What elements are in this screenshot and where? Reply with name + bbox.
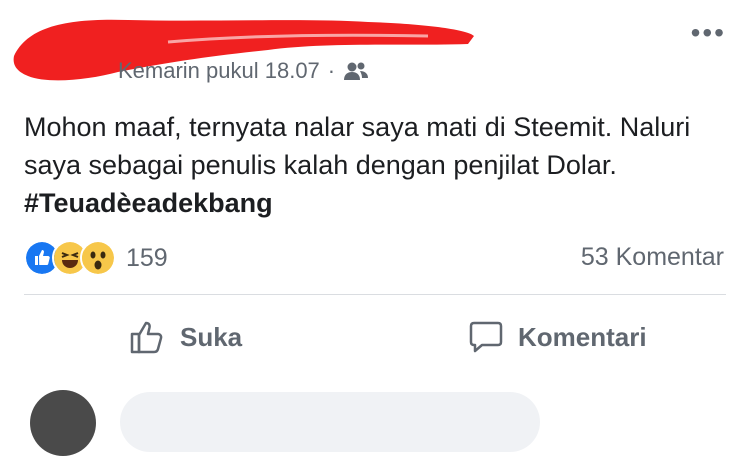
wow-reaction-icon (80, 240, 116, 276)
meta-separator: · (327, 58, 336, 83)
post-text: Mohon maaf, ternyata nalar saya mati di … (24, 112, 691, 180)
current-user-avatar (30, 390, 96, 456)
comment-label: Komentari (518, 321, 647, 352)
like-button[interactable]: Suka (128, 312, 242, 362)
like-label: Suka (180, 321, 243, 352)
post-body: Mohon maaf, ternyata nalar saya mati di … (24, 108, 714, 222)
comment-count-link[interactable]: 53 Komentar (581, 243, 724, 272)
post-timestamp[interactable]: Kemarin pukul 18.07 (118, 58, 320, 84)
post-meta: Kemarin pukul 18.07 · (118, 58, 369, 84)
friends-icon (344, 62, 369, 80)
thumbs-up-icon (130, 321, 163, 354)
more-options-button[interactable]: ••• (691, 19, 726, 47)
comment-button[interactable]: Komentari (468, 312, 647, 362)
reaction-count: 159 (126, 243, 168, 272)
write-comment-input[interactable] (120, 392, 540, 452)
divider (24, 294, 726, 295)
comment-bubble-icon (469, 321, 503, 353)
post-hashtag[interactable]: #Teuadèeadekbang (24, 188, 273, 218)
reactions-summary[interactable]: 159 (24, 240, 168, 276)
